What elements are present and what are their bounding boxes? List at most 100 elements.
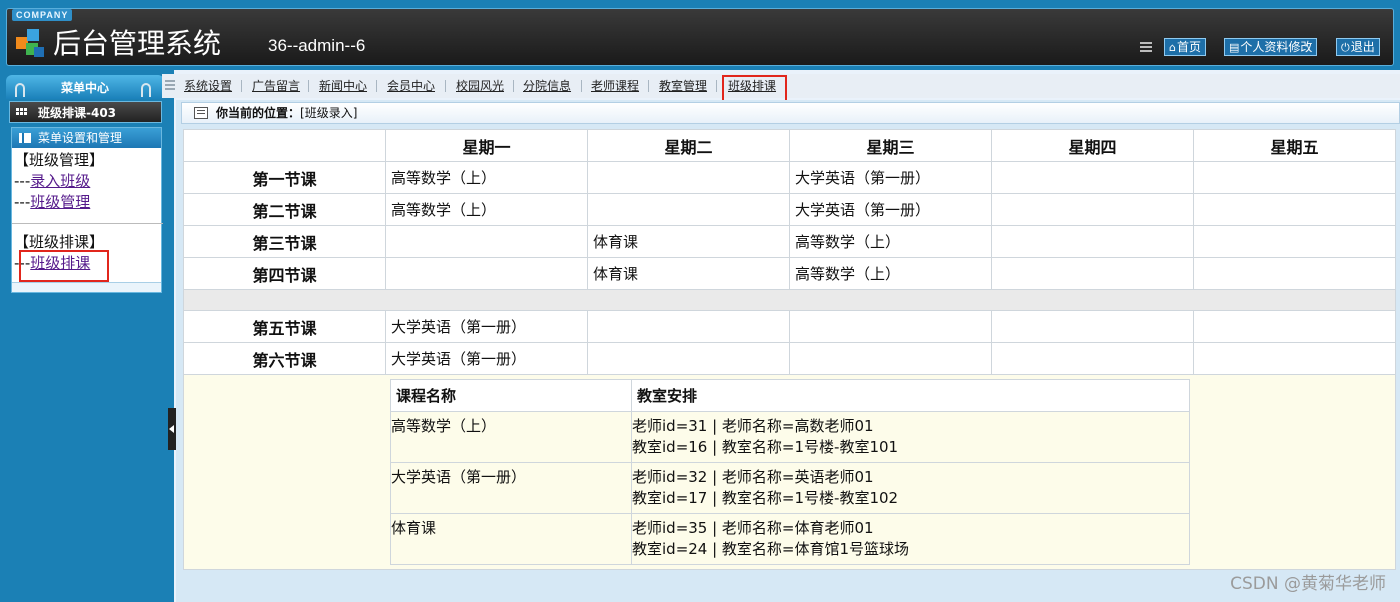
course-legend-row: 课程名称 教室安排 高等数学（上） 老师id=31 | 老师名称=高数老师01 … xyxy=(183,374,1396,570)
table-row: 高等数学（上） 老师id=31 | 老师名称=高数老师01 教室id=16 | … xyxy=(390,411,1190,463)
schedule-cell: 高等数学（上） xyxy=(789,225,992,258)
legend-course-name: 体育课 xyxy=(390,513,632,565)
day-header: 星期三 xyxy=(789,129,992,162)
nav-item-members[interactable]: 会员中心 xyxy=(387,78,435,94)
schedule-cell: 体育课 xyxy=(587,225,790,258)
table-row: 体育课 老师id=35 | 老师名称=体育老师01 教室id=24 | 教室名称… xyxy=(390,513,1190,565)
period-label: 第一节课 xyxy=(183,161,386,194)
legend-teacher: 老师id=31 | 老师名称=高数老师01 xyxy=(632,417,874,435)
schedule-cell xyxy=(385,257,588,290)
schedule-cell xyxy=(385,225,588,258)
legend-room: 教室id=17 | 教室名称=1号楼-教室102 xyxy=(632,489,899,507)
sidebar-item-add-class[interactable]: ---录入班级 xyxy=(14,171,161,192)
schedule-cell xyxy=(1193,225,1396,258)
legend-header-row: 课程名称 教室安排 xyxy=(390,379,1190,412)
breadcrumb: 你当前的位置：[班级录入] xyxy=(181,102,1400,124)
company-badge: COMPANY xyxy=(12,9,73,21)
nav-separator xyxy=(513,80,514,92)
system-title: 后台管理系统 xyxy=(53,27,222,60)
period-label: 第三节课 xyxy=(183,225,386,258)
schedule-cell xyxy=(991,161,1194,194)
nav-item-ads-messages[interactable]: 广告留言 xyxy=(252,78,300,94)
schedule-cell xyxy=(1193,342,1396,375)
day-header: 星期一 xyxy=(385,129,588,162)
logout-button[interactable]: ⏻退出 xyxy=(1336,38,1380,56)
legend-arrangement: 老师id=35 | 老师名称=体育老师01 教室id=24 | 教室名称=体育馆… xyxy=(631,513,1190,565)
nav-separator xyxy=(241,80,242,92)
breadcrumb-icon xyxy=(194,107,208,119)
legend-teacher: 老师id=35 | 老师名称=体育老师01 xyxy=(632,519,874,537)
schedule-cell xyxy=(789,310,992,343)
profile-icon: ▤ xyxy=(1229,41,1240,54)
lunch-break-row xyxy=(183,289,1396,311)
nav-item-classrooms[interactable]: 教室管理 xyxy=(659,78,707,94)
schedule-cell xyxy=(991,342,1194,375)
nav-separator xyxy=(581,80,582,92)
divider xyxy=(12,223,163,224)
menu-lines-icon[interactable] xyxy=(1140,42,1152,52)
day-header: 星期二 xyxy=(587,129,790,162)
table-row: 第四节课 体育课 高等数学（上） xyxy=(183,257,1396,290)
home-icon: ⌂ xyxy=(1169,41,1176,54)
legend-teacher: 老师id=32 | 老师名称=英语老师01 xyxy=(632,468,874,486)
cube-logo-icon xyxy=(16,29,44,57)
home-button[interactable]: ⌂首页 xyxy=(1164,38,1206,56)
schedule-cell xyxy=(1193,310,1396,343)
nav-item-system-settings[interactable]: 系统设置 xyxy=(184,78,232,94)
ring-decoration xyxy=(141,83,151,97)
schedule-cell xyxy=(1193,193,1396,226)
panel-footer xyxy=(12,282,161,292)
schedule-cell xyxy=(1193,161,1396,194)
period-label: 第二节课 xyxy=(183,193,386,226)
group-title-class-management: 【班级管理】 xyxy=(14,151,105,169)
watermark: CSDN @黄菊华老师 xyxy=(1230,574,1386,594)
profile-button[interactable]: ▤个人资料修改 xyxy=(1224,38,1318,56)
legend-header-course: 课程名称 xyxy=(390,379,632,412)
highlight-box-nav xyxy=(722,75,787,102)
grid-icon xyxy=(16,108,30,118)
sidebar: 菜单中心 班级排课-403 菜单设置和管理 【班级管理】 ---录入班级 ---… xyxy=(0,70,174,602)
period-label: 第五节课 xyxy=(183,310,386,343)
power-icon: ⏻ xyxy=(1341,41,1350,54)
table-row: 第二节课 高等数学（上） 大学英语（第一册） xyxy=(183,193,1396,226)
current-menu-item[interactable]: 班级排课-403 xyxy=(9,101,162,123)
ring-decoration xyxy=(15,83,25,97)
schedule-cell xyxy=(991,193,1194,226)
nav-item-news[interactable]: 新闻中心 xyxy=(319,78,367,94)
collapse-arrow-icon xyxy=(169,425,174,433)
table-row: 第五节课 大学英语（第一册） xyxy=(183,310,1396,343)
table-row: 第六节课 大学英语（第一册） xyxy=(183,342,1396,375)
schedule-table: 星期一 星期二 星期三 星期四 星期五 第一节课 高等数学（上） 大学英语（第一… xyxy=(183,129,1396,570)
course-legend-table: 课程名称 教室安排 高等数学（上） 老师id=31 | 老师名称=高数老师01 … xyxy=(390,379,1190,565)
day-header: 星期五 xyxy=(1193,129,1396,162)
nav-separator xyxy=(445,80,446,92)
panel-header[interactable]: 菜单设置和管理 xyxy=(12,128,161,148)
sidebar-collapse-toggle[interactable] xyxy=(168,408,176,450)
schedule-cell: 高等数学（上） xyxy=(385,161,588,194)
schedule-cell xyxy=(587,193,790,226)
sidebar-item-class-management[interactable]: ---班级管理 xyxy=(14,192,161,213)
schedule-cell: 大学英语（第一册） xyxy=(789,193,992,226)
schedule-cell: 大学英语（第一册） xyxy=(385,310,588,343)
schedule-cell: 大学英语（第一册） xyxy=(789,161,992,194)
nav-separator xyxy=(716,80,717,92)
legend-room: 教室id=24 | 教室名称=体育馆1号篮球场 xyxy=(632,540,910,558)
app-header: COMPANY 后台管理系统 36--admin--6 ⌂首页 ▤个人资料修改 … xyxy=(0,0,1400,70)
nav-separator xyxy=(648,80,649,92)
legend-course-name: 高等数学（上） xyxy=(390,411,632,463)
table-row: 大学英语（第一册） 老师id=32 | 老师名称=英语老师01 教室id=17 … xyxy=(390,462,1190,514)
schedule-cell xyxy=(587,310,790,343)
current-user: 36--admin--6 xyxy=(268,36,366,55)
legend-arrangement: 老师id=31 | 老师名称=高数老师01 教室id=16 | 教室名称=1号楼… xyxy=(631,411,1190,463)
schedule-cell xyxy=(587,161,790,194)
schedule-cell xyxy=(789,342,992,375)
nav-item-teacher-courses[interactable]: 老师课程 xyxy=(591,78,639,94)
nav-item-branch-info[interactable]: 分院信息 xyxy=(523,78,571,94)
schedule-header-row: 星期一 星期二 星期三 星期四 星期五 xyxy=(183,129,1396,162)
highlight-box-sidebar xyxy=(19,250,109,282)
period-label: 第四节课 xyxy=(183,257,386,290)
legend-room: 教室id=16 | 教室名称=1号楼-教室101 xyxy=(632,438,899,456)
nav-item-campus[interactable]: 校园风光 xyxy=(456,78,504,94)
legend-course-name: 大学英语（第一册） xyxy=(390,462,632,514)
schedule-cell xyxy=(587,342,790,375)
